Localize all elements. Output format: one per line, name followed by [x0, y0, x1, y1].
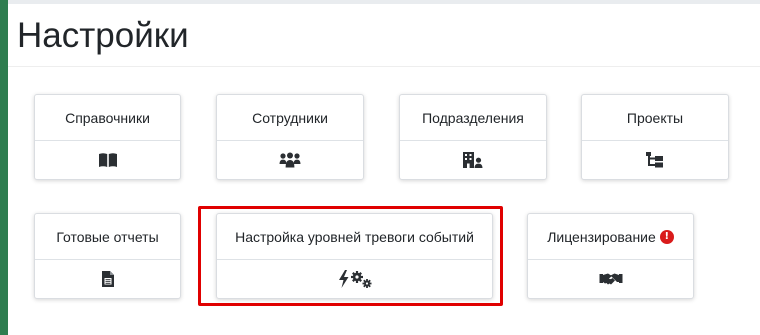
book-icon — [98, 152, 118, 168]
card-reports[interactable]: Готовые отчеты — [34, 213, 181, 299]
card-label: Настройка уровней тревоги событий — [217, 214, 492, 260]
building-user-icon — [462, 151, 484, 169]
card-licensing[interactable]: Лицензирование ! — [527, 213, 694, 299]
left-accent-bar — [0, 0, 8, 335]
card-alarm-levels[interactable]: Настройка уровней тревоги событий — [216, 213, 493, 299]
card-label: Лицензирование — [547, 228, 656, 245]
sitemap-icon — [645, 151, 665, 169]
bolt-gears-icon — [337, 269, 373, 289]
page-title: Настройки — [17, 16, 189, 55]
card-label: Подразделения — [400, 95, 546, 141]
handshake-icon — [599, 271, 623, 287]
file-report-icon — [101, 270, 115, 288]
card-label: Справочники — [35, 95, 180, 141]
card-directories[interactable]: Справочники — [34, 94, 181, 180]
card-label: Проекты — [582, 95, 728, 141]
card-label: Сотрудники — [217, 95, 363, 141]
card-label: Готовые отчеты — [35, 214, 180, 260]
page-header: Настройки — [8, 4, 760, 67]
alert-badge-icon: ! — [659, 229, 674, 244]
card-employees[interactable]: Сотрудники — [216, 94, 364, 180]
users-icon — [279, 152, 301, 168]
card-departments[interactable]: Подразделения — [399, 94, 547, 180]
card-projects[interactable]: Проекты — [581, 94, 729, 180]
card-label-row: Лицензирование ! — [528, 214, 693, 260]
